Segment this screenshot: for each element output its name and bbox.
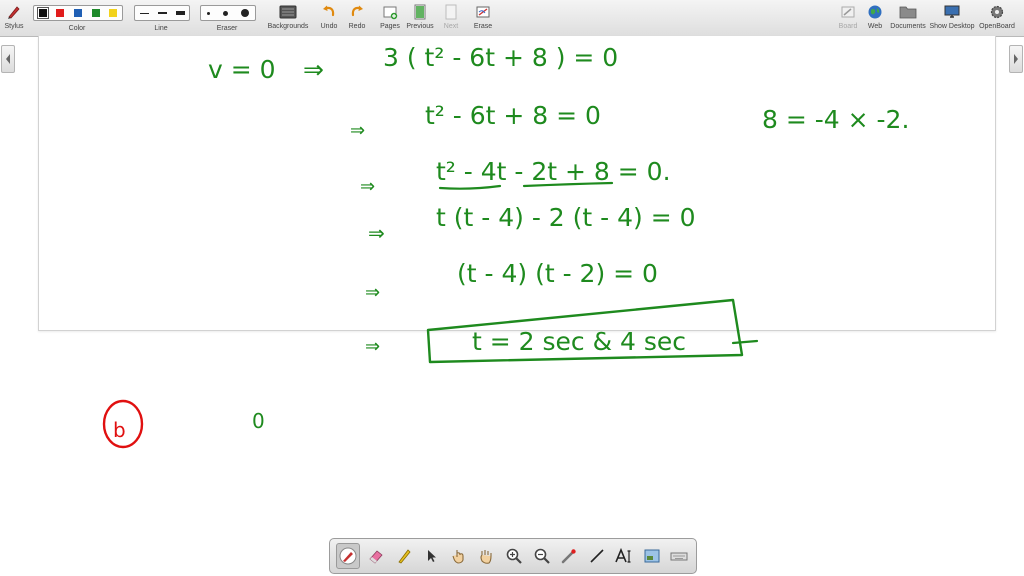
pen-icon [339,547,357,565]
selector-tool[interactable] [420,544,442,568]
ink-line5-arrow: ⇒ [365,282,380,303]
line-tool[interactable] [586,544,608,568]
selector-icon [428,550,437,562]
virtual-keyboard-tool[interactable] [668,544,690,568]
marker-icon [398,549,411,564]
text-tool[interactable] [613,544,635,568]
ink-line5: (t - 4) (t - 2) = 0 [457,259,658,288]
ink-line1-arrow: ⇒ [303,55,324,84]
tool-palette [329,538,697,574]
laser-pointer-tool[interactable] [558,544,580,568]
zoom-in-tool[interactable] [503,544,525,568]
zoom-in-icon [506,548,522,564]
capture-icon [644,549,660,563]
eraser-icon [369,550,383,564]
interact-tool[interactable] [448,544,470,568]
interact-hand-icon [452,550,464,564]
virtual-keyboard-icon [670,552,688,561]
ink-line3: t² - 4t - 2t + 8 = 0. [436,157,671,186]
pan-tool[interactable] [475,544,497,568]
ink-part-label: b [113,418,126,442]
ink-line2: t² - 6t + 8 = 0 [425,101,601,130]
ink-underline-1 [438,184,502,190]
pan-hand-icon [480,550,492,564]
ink-side-note: 8 = -4 × -2. [762,105,909,134]
laser-pointer-icon [561,549,576,564]
ink-line4: t (t - 4) - 2 (t - 4) = 0 [436,203,696,232]
ink-line1-left: v = 0 [208,55,276,84]
zoom-out-icon [534,548,550,564]
ink-line2-arrow: ⇒ [350,120,365,141]
ink-answer: t = 2 sec & 4 sec [472,327,686,356]
line-icon [590,549,604,563]
handwriting-canvas[interactable]: v = 0 ⇒ 3 ( t² - 6t + 8 ) = 0 ⇒ t² - 6t … [0,0,1024,576]
ink-answer-box-tail [731,339,759,345]
pen-tool[interactable] [335,543,360,569]
ink-line4-arrow: ⇒ [368,221,385,245]
ink-line6-arrow: ⇒ [365,336,380,357]
ink-stray-mark: 0 [252,409,265,433]
zoom-out-tool[interactable] [531,544,553,568]
capture-tool[interactable] [641,544,663,568]
marker-tool[interactable] [393,544,415,568]
text-icon [615,547,631,563]
ink-line3-arrow: ⇒ [360,176,375,197]
eraser-tool[interactable] [365,544,387,568]
ink-line1-right: 3 ( t² - 6t + 8 ) = 0 [383,43,618,72]
